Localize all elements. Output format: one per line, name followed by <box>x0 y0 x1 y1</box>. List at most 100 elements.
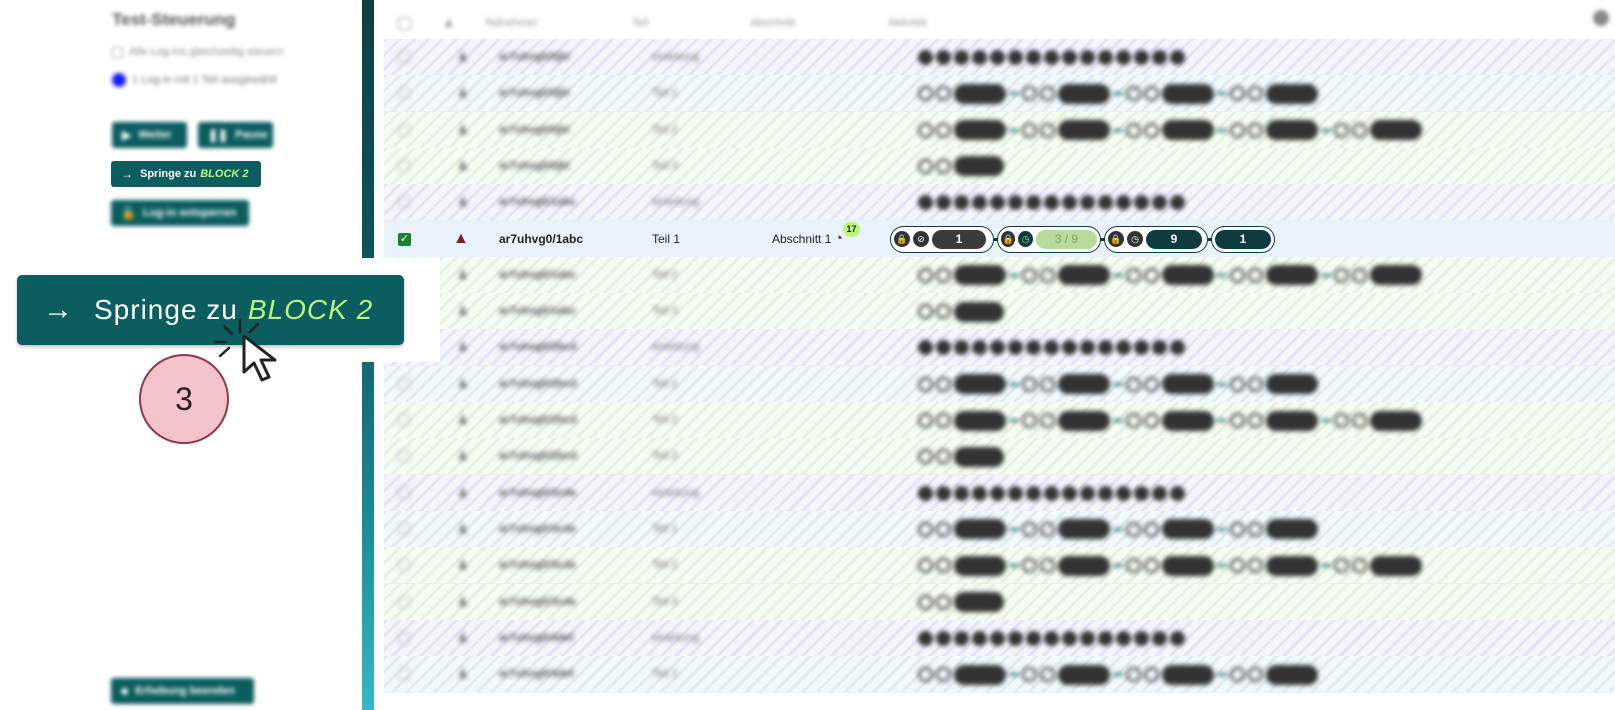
unit-marker <box>936 376 951 392</box>
unit-marker <box>918 267 933 283</box>
row-checkbox[interactable] <box>398 668 410 681</box>
pause-button[interactable]: ❚❚ Pause <box>198 122 273 148</box>
row-checkbox[interactable] <box>398 559 410 572</box>
participant-name: ar7uhvg0/4def <box>499 668 574 681</box>
unit-marker <box>1026 630 1041 646</box>
row-checkbox[interactable] <box>398 196 410 209</box>
springe-zu-block-button[interactable]: → Springe zu BLOCK 2 <box>111 161 261 187</box>
unit-marker <box>1022 521 1037 537</box>
row-checkbox[interactable] <box>398 377 410 390</box>
table-row[interactable]: ♟ ar7uhvg0/0jkl Teil 1 <box>384 75 1615 113</box>
activity-track <box>918 300 1004 323</box>
participant-teil: Teil 2 <box>652 559 678 572</box>
row-cells: ♟ ar7uhvg0/2bcd Teil 3 <box>384 438 1615 474</box>
unit-marker <box>1134 485 1149 501</box>
unit-marker <box>1040 86 1055 102</box>
table-row[interactable]: ♟ ar7uhvg0/3cde Teil 1 <box>384 510 1615 548</box>
row-cells: ♟ ar7uhvg0/1abc Teil 2 <box>384 257 1615 293</box>
row-checkbox[interactable] <box>398 450 410 463</box>
row-cells: ♟ ar7uhvg0/2bcd Teil 2 <box>384 402 1615 438</box>
table-row[interactable]: ♟ ar7uhvg0/3cde Teil 3 <box>384 583 1615 621</box>
erhebung-beenden-button[interactable]: ■ Erhebung beenden <box>111 678 254 704</box>
table-row[interactable]: ♟ ar7uhvg0/4def Teil 1 <box>384 656 1615 694</box>
table-row[interactable]: ♟ ar7uhvg0/0jkl Teil 2 <box>384 111 1615 149</box>
check-all-checkbox[interactable] <box>112 46 123 58</box>
selection-radio[interactable] <box>112 73 126 87</box>
participant-teil: Teil 1 <box>652 231 681 246</box>
activity-track <box>918 445 1004 468</box>
unit-marker <box>1098 195 1113 211</box>
unit-marker <box>1321 273 1331 277</box>
unit-marker <box>1170 485 1185 501</box>
settings-icon[interactable] <box>1593 10 1609 26</box>
row-checkbox[interactable] <box>398 51 410 63</box>
block-pill <box>954 555 1006 576</box>
table-row[interactable]: ♟ ar7uhvg0/0jkl Teil 3 <box>384 147 1615 185</box>
unit-marker <box>1144 122 1159 138</box>
table-row[interactable]: ♟ ar7uhvg0/1abc Teil 3 <box>384 293 1615 331</box>
unit-marker <box>1008 485 1023 501</box>
block-4[interactable]: 1 <box>1211 225 1275 253</box>
block-3[interactable]: 🔒 ◷ 9 <box>1104 225 1208 253</box>
unit-marker <box>1217 273 1227 277</box>
unit-marker <box>990 485 1005 501</box>
table-row[interactable]: ♟ ar7uhvg0/3cde Teil 2 <box>384 547 1615 585</box>
unit-marker <box>1217 128 1227 132</box>
table-row[interactable]: ♟ ar7uhvg0/3cde einleitung <box>384 474 1615 512</box>
row-checkbox[interactable] <box>398 486 410 499</box>
participant-teil: Teil 2 <box>652 268 678 281</box>
table-row[interactable]: ♟ ar7uhvg0/4def einleitung <box>384 619 1615 657</box>
block-1[interactable]: 🔒 ⊘ 1 <box>890 225 994 253</box>
unit-marker <box>1144 521 1159 537</box>
person-icon: ♟ <box>457 629 469 645</box>
unit-marker <box>1321 128 1331 132</box>
block-2-current[interactable]: 🔒 ◷ 3 / 9 <box>997 225 1101 253</box>
row-checkbox[interactable] <box>398 123 410 136</box>
row-checkbox[interactable] <box>398 595 410 608</box>
participant-name: ar7uhvg0/1abc <box>499 268 577 281</box>
test-control-page: Test-Steuerung Alle Log-ins gleichzeitig… <box>0 0 1615 710</box>
login-entsperren-button[interactable]: 🔓 Log-in entsperren <box>111 200 249 226</box>
row-cells: ♟ ar7uhvg0/2bcd einleitung <box>384 329 1615 365</box>
participant-name: ar7uhvg0/0jkl <box>499 51 570 63</box>
block-pill <box>1058 664 1110 685</box>
table-row[interactable]: ♟ ar7uhvg0/1abc Teil 2 <box>384 256 1615 294</box>
unit-marker <box>936 122 951 138</box>
row-checkbox-checked[interactable]: ✓ <box>398 232 411 246</box>
row-cells: ♟ ar7uhvg0/1abc Teil 3 <box>384 293 1615 329</box>
weiter-button[interactable]: ▶ Weiter <box>112 122 187 148</box>
table-row[interactable]: ♟ ar7uhvg0/2bcd einleitung <box>384 329 1615 367</box>
row-checkbox[interactable] <box>398 522 410 535</box>
person-icon: ♟ <box>444 18 454 30</box>
unit-marker <box>1126 558 1141 574</box>
check-all-label: Alle Log-ins gleichzeitig steuern <box>129 46 284 58</box>
block-pill <box>954 301 1004 322</box>
participant-teil: Teil 3 <box>652 595 678 608</box>
unit-marker <box>1040 667 1055 683</box>
participant-name: ar7uhvg0/0jkl <box>499 123 570 136</box>
table-row-selected[interactable]: ✓ ▲ ar7uhvg0/1abc Teil 1 Abschnitt 1 ◔ 1… <box>384 220 1615 258</box>
unit-marker <box>1098 50 1113 65</box>
table-row[interactable]: ♟ ar7uhvg0/2bcd Teil 3 <box>384 438 1615 476</box>
table-row[interactable]: ♟ ar7uhvg0/2bcd Teil 2 <box>384 402 1615 439</box>
unit-marker <box>1040 122 1055 138</box>
select-all-checkbox[interactable] <box>398 17 411 30</box>
table-row[interactable]: ♟ ar7uhvg0/2bcd Teil 1 <box>384 365 1615 403</box>
row-checkbox[interactable] <box>398 414 410 426</box>
participant-name: ar7uhvg0/3cde <box>499 522 577 535</box>
unit-marker <box>936 50 951 65</box>
row-checkbox[interactable] <box>398 159 410 172</box>
row-checkbox[interactable] <box>398 87 410 100</box>
table-row[interactable]: ♟ ar7uhvg0/0jkl einleitung <box>384 39 1615 76</box>
selection-row[interactable]: 1 Log-in mit 1 Teil ausgewählt <box>112 73 277 87</box>
unit-marker <box>1248 376 1263 392</box>
table-row[interactable]: ♟ ar7uhvg0/1abc einleitung <box>384 184 1615 222</box>
zoomed-springe-button[interactable]: → Springe zu BLOCK 2 <box>17 275 404 345</box>
header-teilnehmer: Teilnehmer <box>484 17 538 29</box>
activity-track <box>918 591 1004 614</box>
participant-teil: Teil 2 <box>652 123 678 136</box>
lock-icon: 🔒 <box>894 231 910 247</box>
row-checkbox[interactable] <box>398 631 410 644</box>
check-all-row[interactable]: Alle Log-ins gleichzeitig steuern <box>112 46 284 58</box>
step-number-badge: 3 <box>139 354 229 444</box>
